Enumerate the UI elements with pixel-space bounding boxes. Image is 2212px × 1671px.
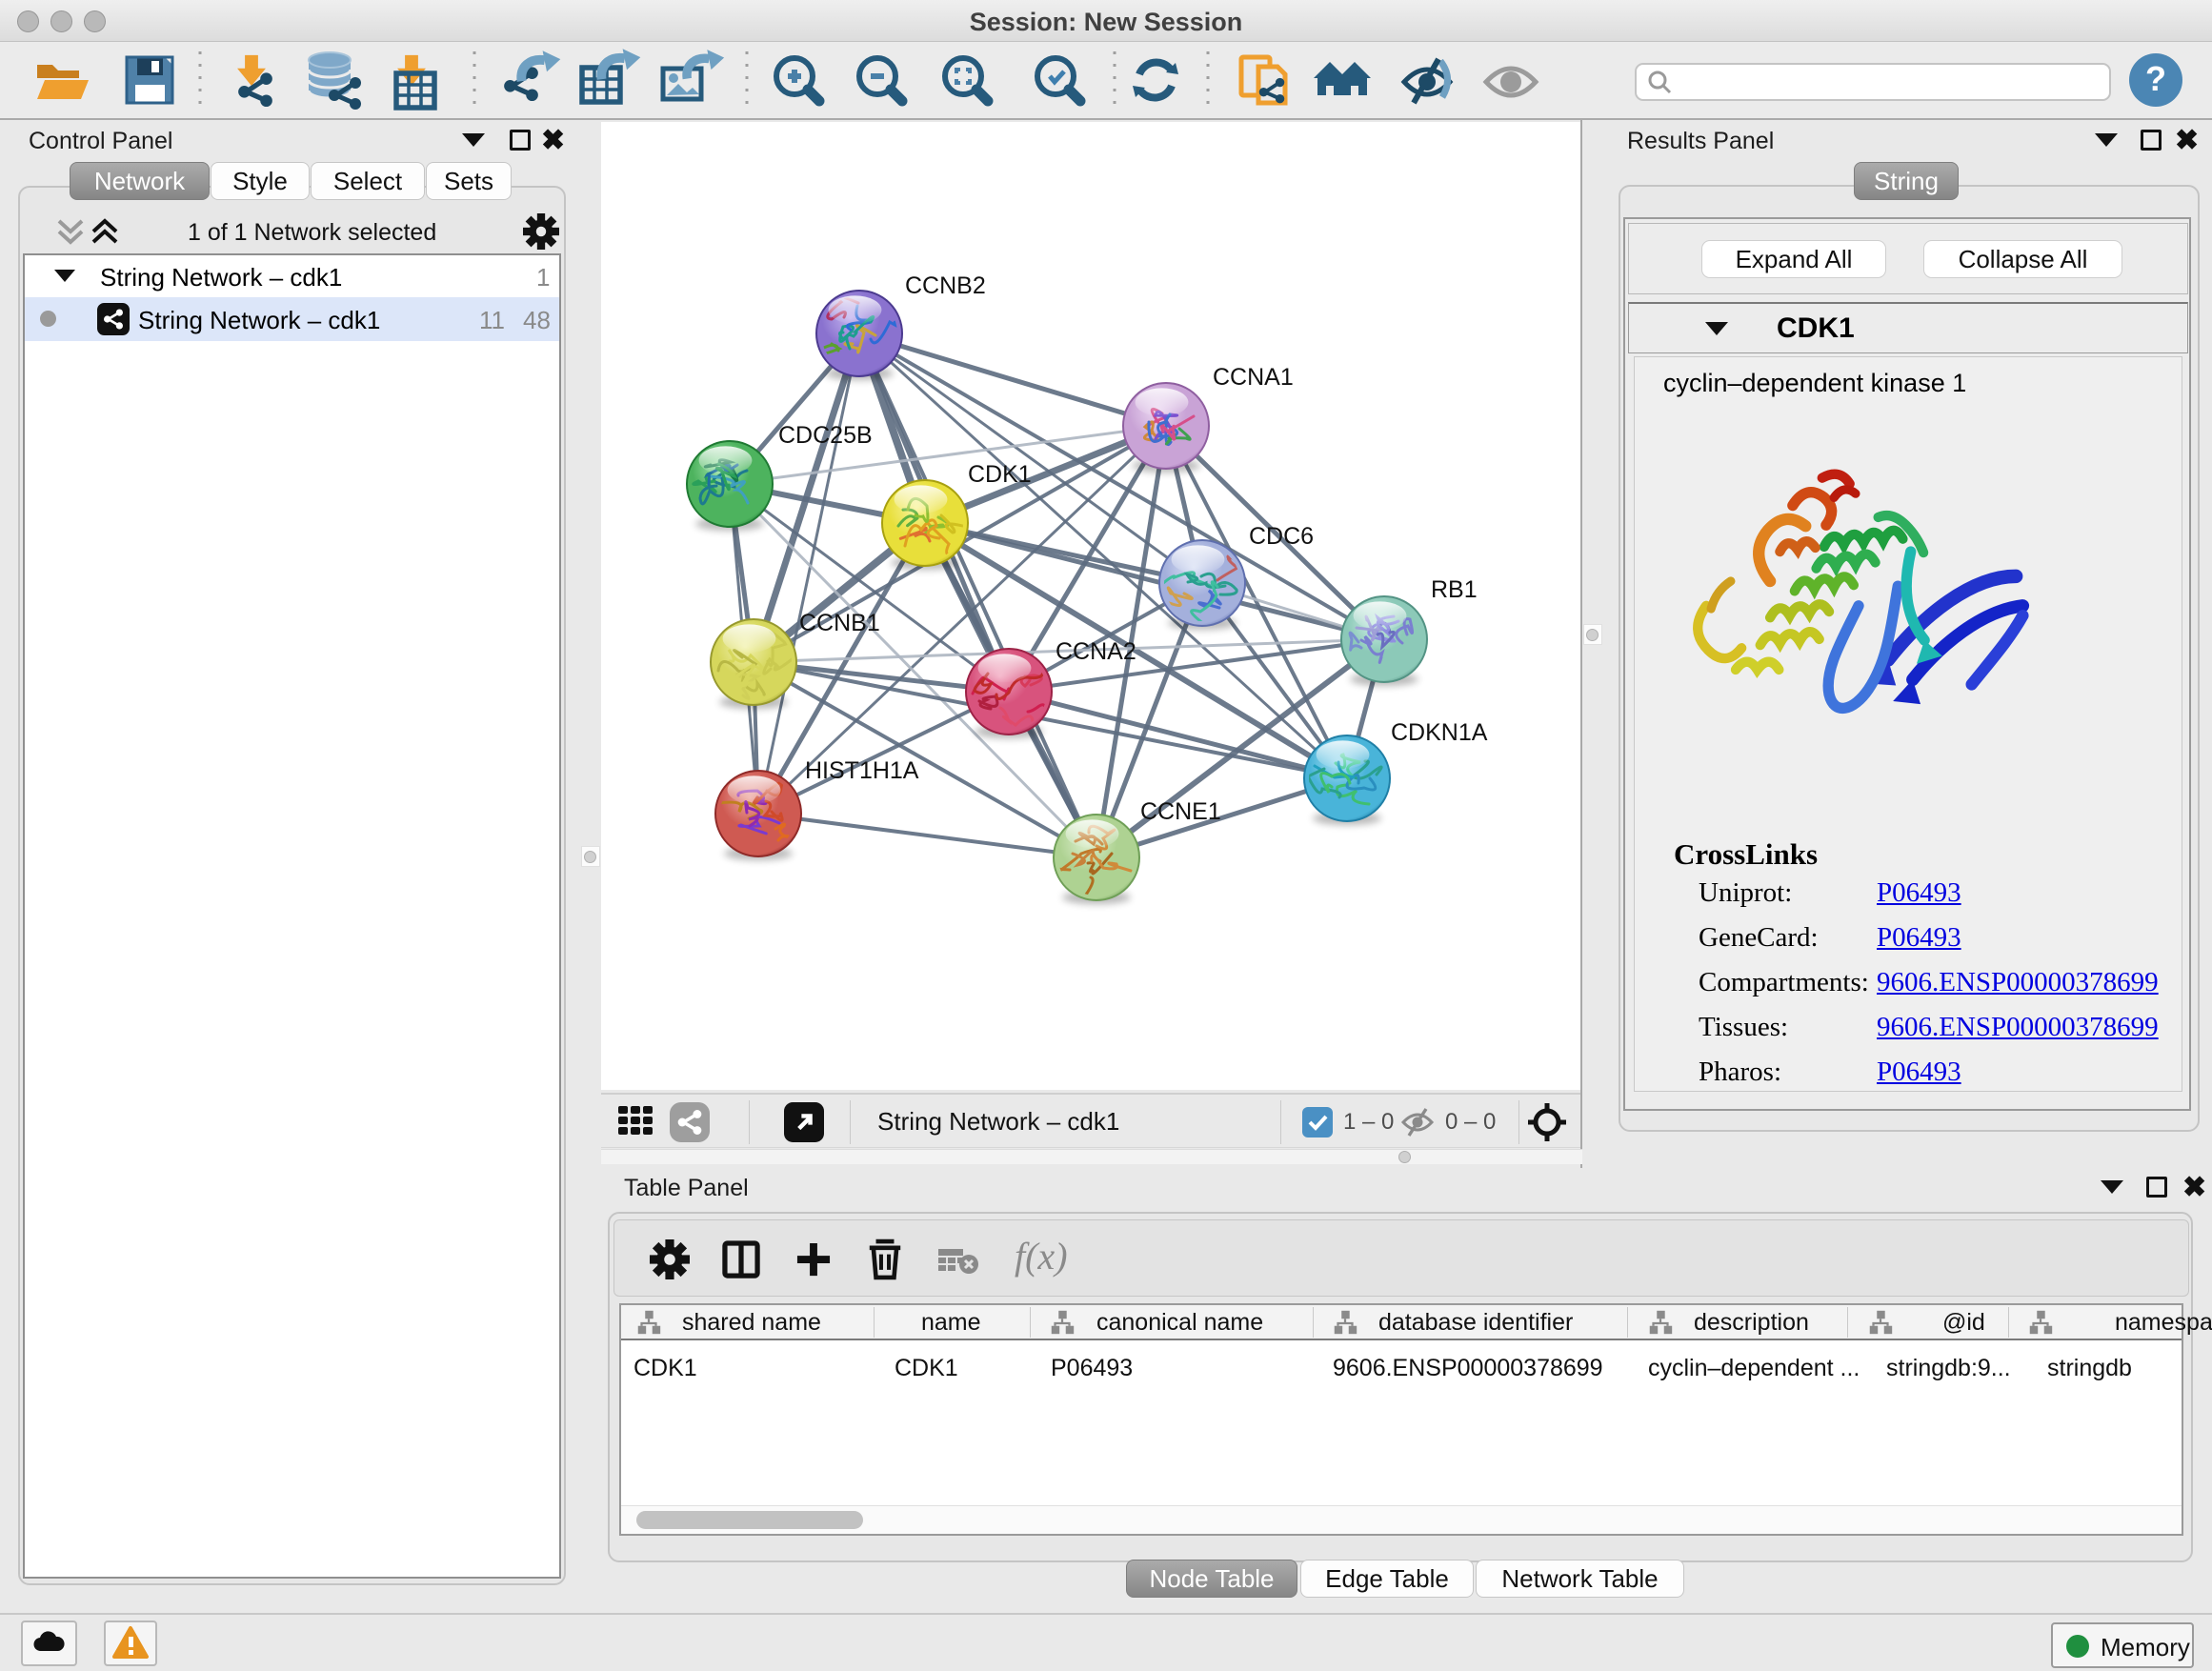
svg-text:CDC25B: CDC25B (778, 422, 873, 449)
svg-text:CCNE1: CCNE1 (1140, 798, 1221, 825)
svg-text:RB1: RB1 (1431, 576, 1478, 603)
svg-text:1 of 1 Network selected: 1 of 1 Network selected (188, 219, 436, 246)
svg-text:HIST1H1A: HIST1H1A (805, 757, 919, 784)
svg-text:CDKN1A: CDKN1A (1391, 719, 1488, 746)
svg-text:CDK1: CDK1 (968, 461, 1032, 488)
svg-text:CCNB2: CCNB2 (905, 272, 986, 299)
svg-text:CCNA1: CCNA1 (1213, 364, 1294, 391)
svg-text:CDC6: CDC6 (1249, 523, 1314, 550)
svg-text:CCNB1: CCNB1 (799, 610, 880, 636)
svg-text:CCNA2: CCNA2 (1056, 638, 1136, 665)
